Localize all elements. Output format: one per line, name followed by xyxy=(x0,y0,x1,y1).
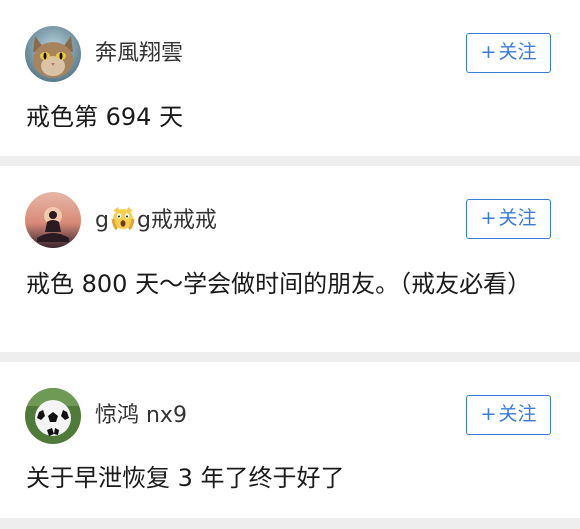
cat-avatar-icon[interactable] xyxy=(25,26,81,82)
follow-button[interactable]: + 关注 xyxy=(466,33,551,73)
username[interactable]: 奔風翔雲 xyxy=(95,39,183,69)
plus-icon: + xyxy=(480,403,497,425)
username[interactable]: 惊鸿 nx9 xyxy=(95,401,187,431)
meditation-sunset-avatar-icon[interactable] xyxy=(25,192,81,248)
post-feed: 奔風翔雲 + 关注 戒色第 694 天 g g戒戒戒 + 关注 戒色 800 天… xyxy=(0,0,580,529)
username-prefix: g xyxy=(95,208,109,233)
post-title[interactable]: 关于早泄恢复 3 年了终于好了 xyxy=(26,463,540,493)
follow-label: 关注 xyxy=(498,207,537,229)
post-card[interactable]: g g戒戒戒 + 关注 戒色 800 天～学会做时间的朋友。（戒友必看） xyxy=(0,166,580,352)
post-card[interactable]: 奔風翔雲 + 关注 戒色第 694 天 xyxy=(0,0,580,156)
plus-icon: + xyxy=(480,41,497,63)
post-title[interactable]: 戒色 800 天～学会做时间的朋友。（戒友必看） xyxy=(26,269,540,299)
scream-face-emoji xyxy=(110,205,136,240)
follow-button[interactable]: + 关注 xyxy=(466,199,551,239)
soccer-ball-avatar-icon[interactable] xyxy=(25,388,81,444)
follow-label: 关注 xyxy=(498,41,537,63)
follow-button[interactable]: + 关注 xyxy=(466,395,551,435)
username[interactable]: g g戒戒戒 xyxy=(95,205,217,240)
username-suffix: g戒戒戒 xyxy=(136,208,217,233)
post-title[interactable]: 戒色第 694 天 xyxy=(26,102,540,132)
plus-icon: + xyxy=(480,207,497,229)
post-card[interactable]: 惊鸿 nx9 + 关注 关于早泄恢复 3 年了终于好了 xyxy=(0,362,580,518)
follow-label: 关注 xyxy=(498,403,537,425)
